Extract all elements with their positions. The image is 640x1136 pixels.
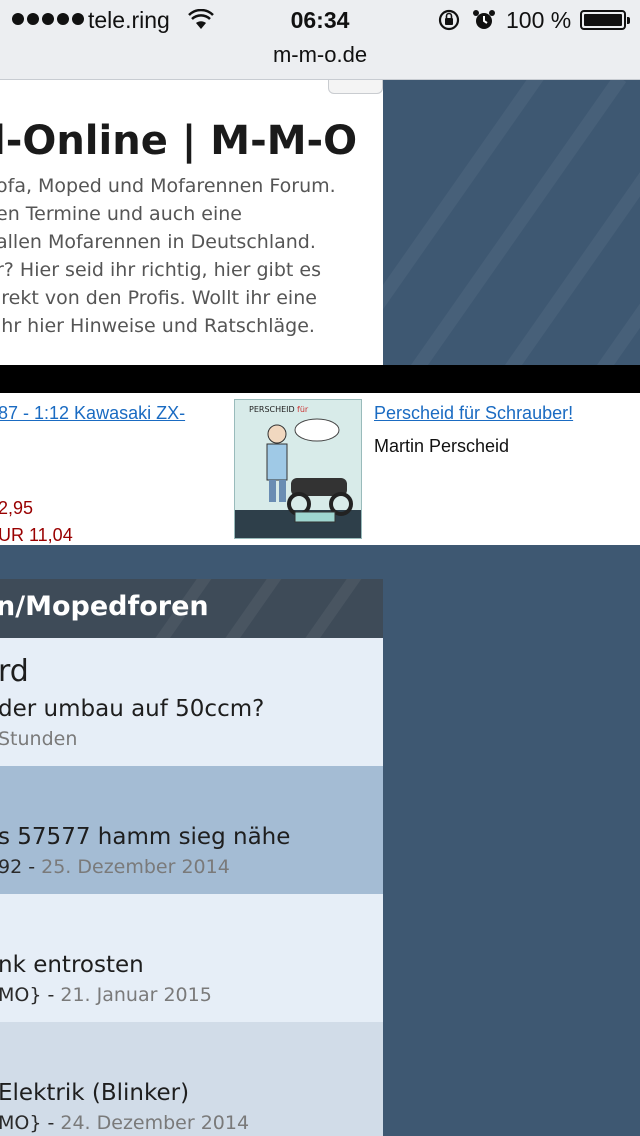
description-line: ihr hier Hinweise und Ratschläge. — [0, 315, 315, 337]
book-cover-image[interactable]: PERSCHEID für — [234, 399, 362, 539]
thread-date: 25. Dezember 2014 — [41, 856, 230, 878]
divider-bar — [0, 365, 640, 393]
svg-text:für: für — [297, 405, 309, 414]
thread-author[interactable]: MO} — [0, 1112, 41, 1134]
battery-percentage: 100 % — [506, 7, 572, 33]
thread-title[interactable]: der umbau auf 50ccm? — [0, 696, 264, 722]
description-line: irekt von den Profis. Wollt ihr eine — [0, 287, 317, 309]
thread-title[interactable]: s 57577 hamm sieg nähe — [0, 824, 290, 850]
ad-product-link[interactable]: 87 - 1:12 Kawasaki ZX- — [0, 403, 185, 424]
background-decoration — [383, 80, 640, 1136]
alarm-icon — [473, 10, 495, 29]
thread-date: Stunden — [0, 728, 78, 750]
book-cover-illustration: PERSCHEID für — [235, 400, 361, 538]
forum-row[interactable]: Elektrik (Blinker) MO} - 24. Dezember 20… — [0, 1022, 383, 1136]
header-tab[interactable] — [328, 80, 383, 94]
site-title[interactable]: l-Online | M-M-O — [0, 118, 357, 164]
thread-author[interactable]: 92 — [0, 856, 22, 878]
thread-date: 21. Januar 2015 — [60, 984, 212, 1006]
forum-row[interactable]: rd der umbau auf 50ccm? Stunden — [0, 638, 383, 766]
thread-meta: MO} - 21. Januar 2015 — [0, 984, 212, 1006]
thread-meta: Stunden — [0, 728, 77, 750]
thread-title[interactable]: Elektrik (Blinker) — [0, 1080, 189, 1106]
forum-section-header[interactable]: n/Mopedforen — [0, 579, 383, 638]
description-line: en Termine und auch eine — [0, 203, 242, 225]
thread-meta: MO} - 24. Dezember 2014 — [0, 1112, 250, 1134]
thread-title[interactable]: nk entrosten — [0, 952, 144, 978]
forum-row[interactable]: s 57577 hamm sieg nähe 92 - 25. Dezember… — [0, 766, 383, 894]
description-line: allen Mofarennen in Deutschland. — [0, 231, 316, 253]
thread-date: 24. Dezember 2014 — [60, 1112, 250, 1134]
status-bar: tele.ring 06:34 100 % — [0, 0, 640, 40]
forum-row[interactable]: nk entrosten MO} - 21. Januar 2015 — [0, 894, 383, 1022]
ad-price-secondary: UR 11,04 — [0, 525, 73, 545]
description-line: r? Hier seid ihr richtig, hier gibt es — [0, 259, 321, 281]
site-description: ofa, Moped und Mofarennen Forum. en Term… — [0, 172, 376, 340]
svg-text:PERSCHEID: PERSCHEID — [249, 405, 295, 414]
ad-price: 2,95 — [0, 498, 34, 518]
browser-top-bar: tele.ring 06:34 100 % m-m-o.de — [0, 0, 640, 80]
url-bar[interactable]: m-m-o.de — [0, 42, 640, 68]
forum-name[interactable]: rd — [0, 654, 29, 689]
rotation-lock-icon — [438, 9, 460, 31]
thread-author[interactable]: MO} — [0, 984, 41, 1006]
thread-meta: 92 - 25. Dezember 2014 — [0, 856, 230, 878]
battery-icon — [580, 10, 630, 30]
description-line: ofa, Moped und Mofarennen Forum. — [0, 175, 336, 197]
ad-book-author: Martin Perscheid — [374, 436, 510, 456]
forum-section-title: n/Mopedforen — [0, 591, 209, 622]
ad-book-link[interactable]: Perscheid für Schrauber! — [374, 403, 573, 424]
